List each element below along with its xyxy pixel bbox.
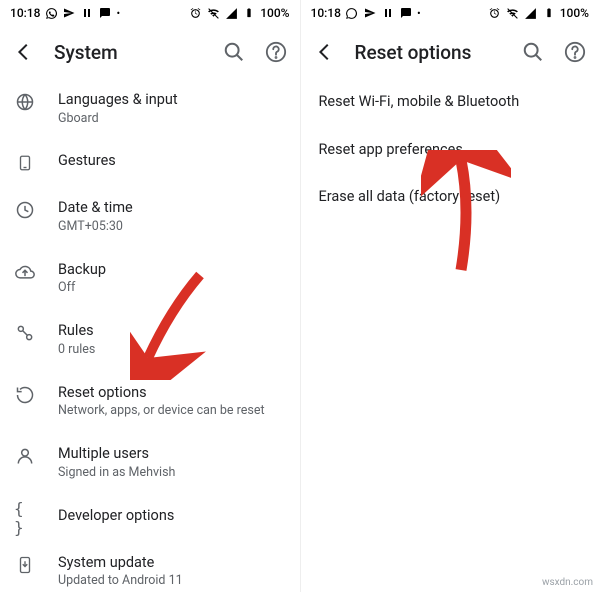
alarm-icon: [488, 6, 502, 20]
row-reset-options[interactable]: Reset options Network, apps, or device c…: [0, 371, 300, 432]
row-title: Reset Wi-Fi, mobile & Bluetooth: [319, 92, 582, 112]
pause-icon: [80, 6, 94, 20]
row-title: Backup: [58, 260, 284, 280]
user-icon: [14, 445, 36, 467]
row-sub: Network, apps, or device can be reset: [58, 403, 284, 420]
pause-icon: [381, 6, 395, 20]
braces-icon: { }: [14, 507, 36, 529]
row-title: Erase all data (factory reset): [319, 187, 582, 207]
row-sub: Gboard: [58, 111, 284, 128]
row-backup[interactable]: Backup Off: [0, 248, 300, 309]
reset-options-list: Reset Wi-Fi, mobile & Bluetooth Reset ap…: [301, 78, 599, 592]
statusbar-left: 10:18 •: [311, 6, 421, 20]
row-title: Rules: [58, 321, 284, 341]
row-date-time[interactable]: Date & time GMT+05:30: [0, 186, 300, 247]
battery-icon: [542, 6, 556, 20]
status-time: 10:18: [10, 6, 40, 20]
whatsapp-icon: [345, 6, 359, 20]
row-sub: 0 rules: [58, 342, 284, 359]
row-reset-wifi[interactable]: Reset Wi-Fi, mobile & Bluetooth: [301, 78, 599, 126]
row-title: Languages & input: [58, 90, 284, 110]
row-sub: Signed in as Mehvish: [58, 465, 284, 482]
search-button[interactable]: [222, 40, 246, 64]
clock-icon: [14, 199, 36, 221]
row-gestures[interactable]: Gestures: [0, 139, 300, 186]
globe-icon: [14, 91, 36, 113]
back-button[interactable]: [313, 40, 337, 64]
speech-icon: [98, 6, 112, 20]
speech-icon: [399, 6, 413, 20]
row-sub: GMT+05:30: [58, 219, 284, 236]
row-title: Multiple users: [58, 444, 284, 464]
rules-icon: [14, 322, 36, 344]
help-button[interactable]: [563, 40, 587, 64]
send-icon: [363, 6, 377, 20]
row-title: Date & time: [58, 198, 284, 218]
row-title: Reset options: [58, 383, 284, 403]
row-title: Gestures: [58, 151, 284, 171]
row-languages-input[interactable]: Languages & input Gboard: [0, 78, 300, 139]
row-title: Developer options: [58, 506, 284, 526]
row-reset-app-preferences[interactable]: Reset app preferences: [301, 126, 599, 174]
battery-pct: 100%: [560, 6, 589, 20]
topbar: System: [0, 26, 300, 78]
page-title: System: [54, 41, 204, 64]
whatsapp-icon: [44, 6, 58, 20]
screen-reset-options: 10:18 • 100% Reset options: [300, 0, 599, 592]
row-rules[interactable]: Rules 0 rules: [0, 309, 300, 370]
topbar: Reset options: [301, 26, 599, 78]
reset-icon: [14, 384, 36, 406]
search-button[interactable]: [521, 40, 545, 64]
system-update-icon: [14, 554, 36, 576]
row-developer-options[interactable]: { } Developer options: [0, 494, 300, 541]
page-title: Reset options: [355, 41, 504, 64]
battery-icon: [242, 6, 256, 20]
row-multiple-users[interactable]: Multiple users Signed in as Mehvish: [0, 432, 300, 493]
row-system-update[interactable]: System update Updated to Android 11: [0, 541, 300, 592]
help-button[interactable]: [264, 40, 288, 64]
dot-icon: •: [417, 7, 421, 20]
system-list: Languages & input Gboard Gestures Date &…: [0, 78, 300, 592]
gestures-icon: [14, 152, 36, 174]
row-title: System update: [58, 553, 284, 573]
statusbar-left: 10:18 •: [10, 6, 120, 20]
send-icon: [62, 6, 76, 20]
screen-system: 10:18 • 100% System: [0, 0, 300, 592]
row-title: Reset app preferences: [319, 140, 582, 160]
dot-icon: •: [116, 7, 120, 20]
watermark: wsxdn.com: [542, 577, 593, 588]
alarm-icon: [188, 6, 202, 20]
signal-icon: [224, 6, 238, 20]
status-time: 10:18: [311, 6, 341, 20]
battery-pct: 100%: [260, 6, 289, 20]
row-erase-all-data[interactable]: Erase all data (factory reset): [301, 173, 599, 221]
cloud-upload-icon: [14, 261, 36, 283]
statusbar-right: 100%: [188, 6, 289, 20]
wifi-off-icon: [506, 6, 520, 20]
back-button[interactable]: [12, 40, 36, 64]
statusbar: 10:18 • 100%: [0, 0, 300, 26]
row-sub: Off: [58, 280, 284, 297]
wifi-off-icon: [206, 6, 220, 20]
signal-icon: [524, 6, 538, 20]
statusbar: 10:18 • 100%: [301, 0, 599, 26]
statusbar-right: 100%: [488, 6, 589, 20]
row-sub: Updated to Android 11: [58, 573, 284, 590]
